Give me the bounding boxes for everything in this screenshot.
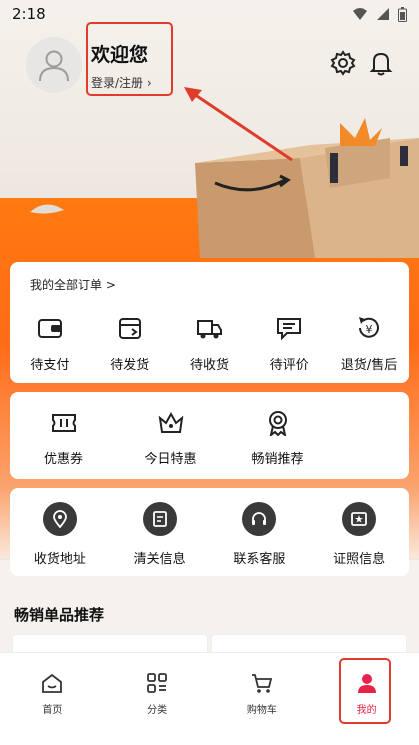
svg-text:¥: ¥	[366, 323, 373, 336]
order-pending-payment[interactable]: 待支付	[10, 314, 90, 373]
shipping-address-item[interactable]: 收货地址	[10, 502, 110, 567]
bestseller-section-title: 畅销单品推荐	[14, 606, 105, 624]
service-label: 联系客服	[233, 552, 286, 567]
customs-info-item[interactable]: 清关信息	[110, 502, 210, 567]
daily-deals-item[interactable]: 今日特惠	[117, 410, 224, 467]
signal-icon	[377, 8, 389, 20]
nav-label: 首页	[42, 705, 63, 716]
crown-icon	[158, 411, 183, 433]
box-icon	[118, 318, 141, 339]
truck-icon	[197, 320, 223, 339]
location-icon	[42, 502, 77, 536]
avatar[interactable]	[26, 37, 82, 93]
order-pending-shipment[interactable]: 待发货	[90, 314, 170, 373]
order-label: 待支付	[30, 358, 70, 373]
service-label: 收货地址	[33, 552, 86, 567]
promo-label: 畅销推荐	[251, 452, 304, 467]
bell-icon[interactable]	[368, 50, 394, 76]
all-orders-link[interactable]: 我的全部订单 >	[30, 276, 116, 293]
license-info-item[interactable]: 证照信息	[309, 502, 409, 567]
promo-label: 优惠券	[43, 452, 83, 467]
order-label: 退货/售后	[340, 358, 398, 373]
comment-icon	[277, 318, 302, 341]
customer-service-item[interactable]: 联系客服	[210, 502, 310, 567]
bestseller-item[interactable]: 畅销推荐	[224, 410, 331, 467]
category-icon	[147, 673, 168, 693]
order-pending-receipt[interactable]: 待收货	[170, 314, 250, 373]
order-refund-aftersale[interactable]: ¥ 退货/售后	[329, 314, 409, 373]
coupons-item[interactable]: 优惠券	[10, 410, 117, 467]
status-time: 2:18	[12, 5, 46, 23]
order-label: 待收货	[189, 358, 229, 373]
order-label: 待发货	[110, 358, 150, 373]
award-icon	[268, 411, 287, 436]
cart-icon	[251, 674, 273, 693]
battery-icon	[398, 6, 407, 22]
wifi-icon	[353, 8, 367, 20]
wallet-icon	[37, 319, 62, 338]
user-avatar-icon	[39, 50, 69, 82]
status-bar: 2:18	[0, 0, 419, 28]
leaf-decoration	[30, 204, 64, 214]
service-label: 清关信息	[133, 552, 186, 567]
order-label: 待评价	[269, 358, 309, 373]
gear-icon[interactable]	[330, 50, 356, 76]
home-icon	[42, 673, 63, 693]
nav-cart[interactable]: 购物车	[210, 653, 315, 745]
welcome-highlight-box	[86, 22, 173, 96]
profile-page: 2:18 欢迎您 登录/注册 › 我的全部订单 > 待支付 待发货 待收货 待评…	[0, 0, 419, 745]
headset-icon	[242, 502, 277, 536]
nav-label: 购物车	[246, 705, 277, 716]
refund-icon: ¥	[359, 317, 379, 338]
promo-card: 优惠券 今日特惠 畅销推荐	[10, 392, 409, 479]
certificate-icon	[342, 502, 377, 536]
nav-mine-highlight-box	[339, 658, 391, 724]
ticket-icon	[51, 414, 76, 432]
document-icon	[142, 502, 177, 536]
annotation-arrow	[184, 87, 293, 162]
service-label: 证照信息	[333, 552, 386, 567]
promo-label: 今日特惠	[144, 452, 197, 467]
nav-label: 分类	[147, 705, 168, 716]
order-pending-review[interactable]: 待评价	[249, 314, 329, 373]
nav-category[interactable]: 分类	[105, 653, 210, 745]
nav-home[interactable]: 首页	[0, 653, 105, 745]
orders-card: 我的全部订单 > 待支付 待发货 待收货 待评价 ¥ 退货/售后	[10, 262, 409, 383]
services-card: 收货地址 清关信息 联系客服 证照信息	[10, 488, 409, 576]
